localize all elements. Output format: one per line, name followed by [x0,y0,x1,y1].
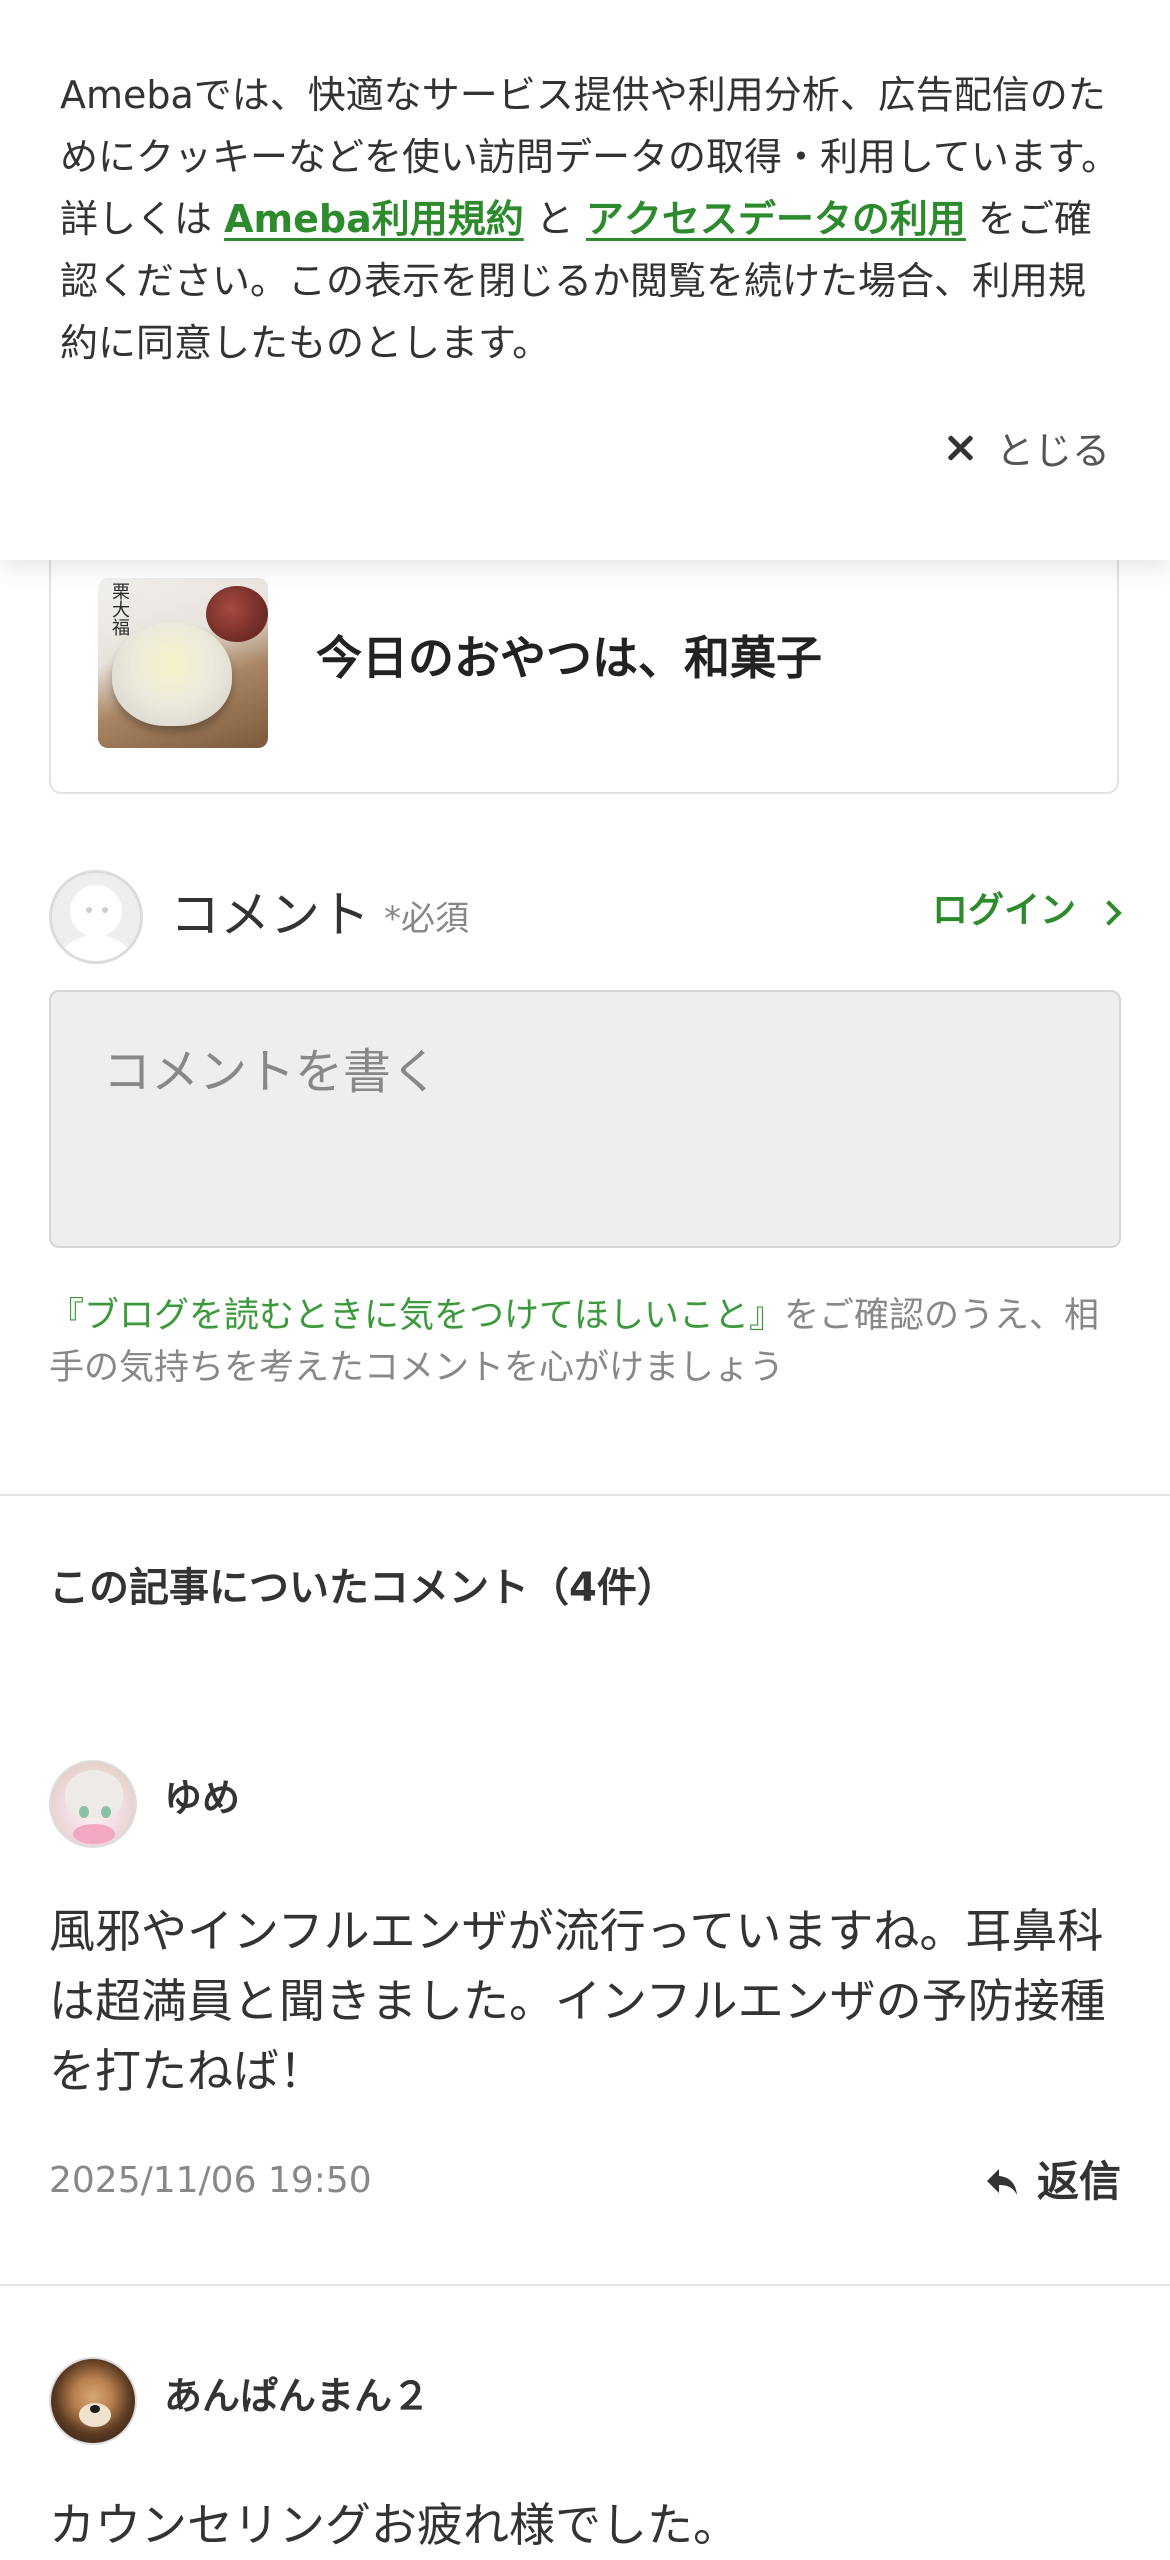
reply-button[interactable]: 返信 [985,2154,1121,2210]
comment-body: 風邪やインフルエンザが流行っていますね。耳鼻科は超満員と聞きました。インフルエン… [49,1904,1106,2098]
cookie-consent-text: Amebaでは、快適なサービス提供や利用分析、広告配信のためにクッキーなどを使い… [60,64,1120,374]
ameba-terms-link[interactable]: Ameba利用規約 [224,197,524,241]
reply-label: 返信 [1036,2157,1121,2206]
login-link[interactable]: ログイン [931,886,1122,936]
cookie-close-button[interactable]: とじる [946,420,1110,475]
thumbnail-caption: 栗大福 [109,582,130,636]
chevron-right-icon [1096,900,1122,926]
comment-guideline: 『ブログを読むときに気をつけてほしいこと』をご確認のうえ、相手の気持ちを考えたコ… [49,1290,1129,1394]
comment-input[interactable] [49,990,1121,1248]
comment-divider [0,2284,1170,2286]
avatar[interactable] [49,2357,137,2445]
blog-guideline-link[interactable]: 『ブログを読むときに気をつけてほしいこと』 [49,1296,784,1336]
comments-heading: この記事についたコメント（4件） [49,1565,677,1611]
close-icon [946,434,974,462]
thumbnail-red-bean [206,586,268,642]
thumbnail-daifuku [112,622,232,726]
avatar[interactable] [49,1760,137,1848]
comment-user-name[interactable]: ゆめ [164,1772,240,1824]
cookie-text-part: と [523,197,586,241]
comment-user-name[interactable]: あんぱんまん２ [164,2370,430,2422]
required-indicator: *必須 [384,899,469,939]
comment-date: 2025/11/06 19:50 [49,2160,372,2201]
default-avatar-icon [49,870,143,964]
article-thumbnail: 栗大福 [98,578,268,748]
access-data-usage-link[interactable]: アクセスデータの利用 [586,197,966,241]
login-label: ログイン [931,890,1076,931]
comment-form-label: コメント [170,886,370,944]
article-title[interactable]: 今日のおやつは、和菓子 [316,628,822,688]
cookie-consent-banner: Amebaでは、快適なサービス提供や利用分析、広告配信のためにクッキーなどを使い… [0,0,1170,560]
reply-icon [986,2169,1017,2195]
comment-body: カウンセリングお疲れ様でした。 [49,2498,739,2552]
cookie-close-label: とじる [995,429,1110,473]
section-divider [0,1494,1170,1496]
